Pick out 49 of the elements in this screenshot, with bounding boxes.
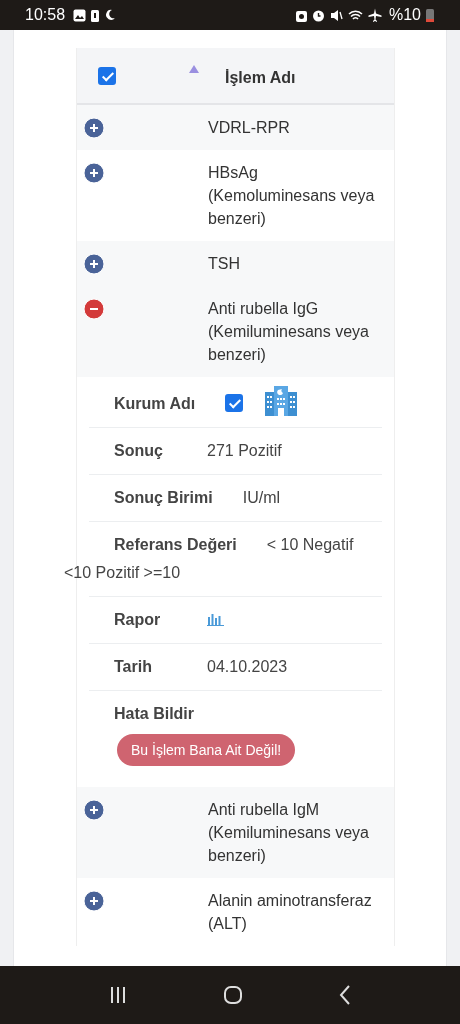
clock-time: 10:58 [25, 6, 66, 24]
report-button[interactable]: Bu İşlem Bana Ait Değil! [117, 734, 296, 766]
table-row[interactable]: Anti rubella IgG (Kemiluminesans veya benzeri) [77, 286, 394, 377]
collapse-icon[interactable] [83, 298, 105, 320]
field-value: 271 Pozitif [207, 442, 282, 459]
back-icon[interactable] [338, 984, 353, 1006]
moon-icon [104, 9, 117, 21]
expand-icon[interactable] [83, 799, 105, 821]
expand-icon[interactable] [83, 162, 105, 184]
checkbox[interactable] [225, 393, 244, 412]
field-label: Referans Değeri [114, 535, 237, 555]
select-all-checkbox[interactable] [98, 66, 116, 85]
field-label: Sonuç Birimi [114, 488, 213, 508]
battery-percent: %10 [388, 6, 421, 24]
field-value: <10 Pozitif >=10 [64, 563, 181, 583]
airplane-icon [367, 8, 382, 22]
test-name: VDRL-RPR [208, 118, 291, 138]
test-name: Anti rubella IgG (Kemiluminesans veya benzeri) [208, 299, 370, 365]
table-row[interactable]: HBsAg (Kemoluminesans veya benzeri) [77, 150, 394, 241]
table-row[interactable]: VDRL-RPR [77, 105, 394, 150]
field-label: Hata Bildir [114, 704, 194, 724]
expand-icon[interactable] [83, 890, 105, 912]
sort-icon[interactable] [189, 64, 199, 73]
test-name: HBsAg (Kemoluminesans veya benzeri) [208, 163, 376, 229]
table-row[interactable]: TSH [77, 241, 394, 286]
table-row[interactable]: Anti rubella IgM (Kemiluminesans veya benzeri) [77, 787, 394, 878]
wifi-icon [347, 8, 363, 22]
mute-icon [329, 8, 343, 22]
field-label: Kurum Adı [114, 394, 196, 414]
home-icon[interactable] [223, 985, 243, 1005]
alarm-icon [311, 8, 325, 22]
field-label: Rapor [114, 610, 162, 630]
field-label: Sonuç [114, 441, 164, 461]
bar-chart-icon[interactable] [207, 611, 224, 626]
battery-alert-icon [91, 8, 100, 22]
field-label: Tarih [114, 657, 153, 677]
field-value: < 10 Negatif [266, 536, 354, 553]
test-name: Alanin aminotransferaz (ALT) [208, 891, 373, 934]
hospital-icon [265, 383, 298, 416]
field-value: IU/ml [242, 489, 280, 506]
image-icon [73, 8, 87, 22]
column-header[interactable]: İşlem Adı [225, 68, 296, 87]
expand-icon[interactable] [83, 117, 105, 139]
table-row[interactable]: Alanin aminotransferaz (ALT) [77, 878, 394, 946]
test-name: Anti rubella IgM (Kemiluminesans veya benzeri) [208, 800, 370, 866]
battery-icon [426, 8, 434, 22]
field-value: 04.10.2023 [207, 658, 288, 675]
test-name: TSH [208, 254, 241, 274]
expand-icon[interactable] [83, 253, 105, 275]
